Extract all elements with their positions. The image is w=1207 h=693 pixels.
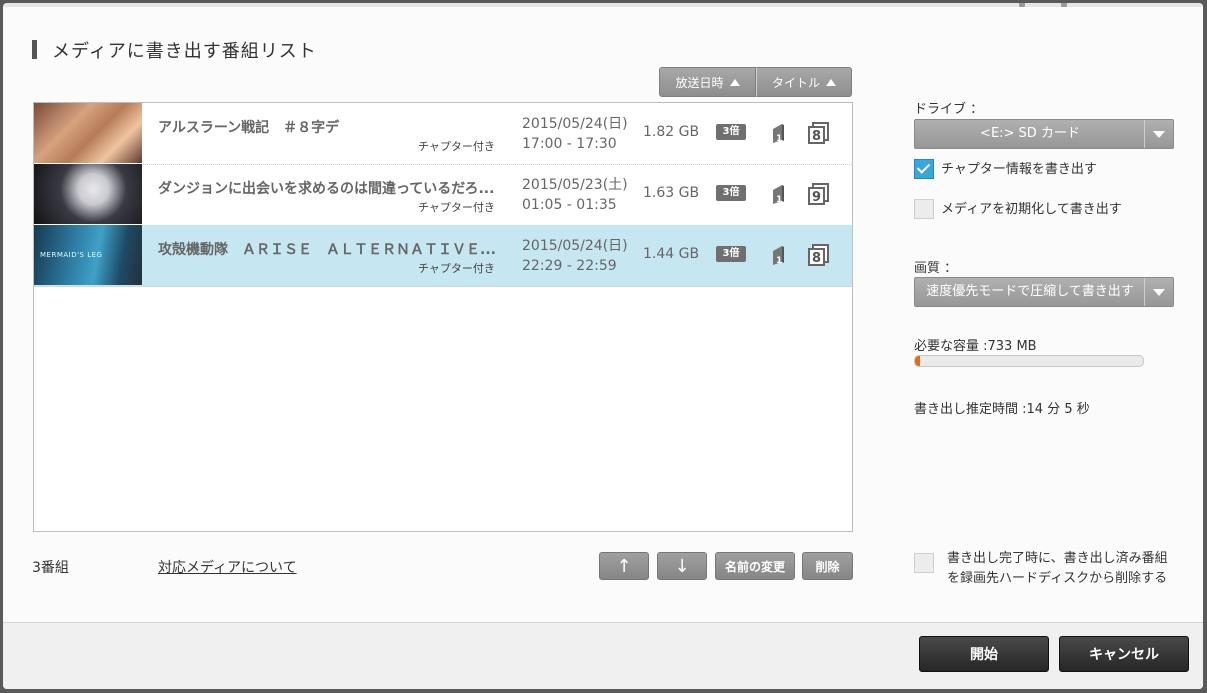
disc-single-layer-icon: 1 xyxy=(773,246,784,266)
chevron-down-icon[interactable] xyxy=(1144,278,1173,306)
program-title: ダンジョンに出会いを求めるのは間違っているだろ... xyxy=(158,181,495,197)
chapter-count-icon: 9 xyxy=(808,183,829,205)
speed-badge: 3倍 xyxy=(716,124,746,140)
chapter-count-icon: 8 xyxy=(808,244,829,266)
delete-after-export-label: 書き出し完了時に、書き出し済み番組 を録画先ハードディスクから削除する xyxy=(947,549,1168,589)
disc-single-layer-icon: 1 xyxy=(773,185,784,205)
arrow-up-icon: ↑ xyxy=(616,555,632,577)
program-row[interactable]: アルスラーン戦記 ＃８字デ チャプター付き 2015/05/24(日) 17:0… xyxy=(34,103,852,165)
program-size: 1.82 GB xyxy=(643,124,700,140)
cancel-button[interactable]: キャンセル xyxy=(1059,636,1189,672)
program-row-selected[interactable]: MERMAID'S LEG 攻殻機動隊 ＡＲＩＳＥ ＡＬＴＥＲＮＡＴＩＶＥ...… xyxy=(34,225,852,287)
program-count: 3番組 xyxy=(32,560,69,576)
chapter-info-checkbox[interactable] xyxy=(914,159,934,179)
format-media-checkbox[interactable] xyxy=(914,199,934,219)
program-thumbnail xyxy=(34,103,142,163)
estimated-time: 書き出し推定時間 :14 分 5 秒 xyxy=(914,402,1090,417)
sort-title-label: タイトル xyxy=(771,75,820,90)
program-time: 22:29 - 22:59 xyxy=(522,258,617,274)
window-control-icon[interactable] xyxy=(1061,3,1067,7)
sort-date-label: 放送日時 xyxy=(675,75,724,90)
format-media-label: メディアを初期化して書き出す xyxy=(941,202,1122,217)
title-marker xyxy=(32,40,37,59)
thumbnail-text: MERMAID'S LEG xyxy=(40,251,103,259)
delete-after-export-line1: 書き出し完了時に、書き出し済み番組 xyxy=(947,551,1168,566)
program-datetime: 2015/05/24(日) 17:00 - 17:30 xyxy=(522,114,628,154)
program-list: アルスラーン戦記 ＃８字デ チャプター付き 2015/05/24(日) 17:0… xyxy=(33,102,853,532)
chapter-count: 8 xyxy=(812,251,821,266)
program-row[interactable]: ダンジョンに出会いを求めるのは間違っているだろ... チャプター付き 2015/… xyxy=(34,164,852,226)
speed-badge: 3倍 xyxy=(716,246,746,262)
program-datetime: 2015/05/23(土) 01:05 - 01:35 xyxy=(522,175,628,215)
chapter-info-label: チャプター情報を書き出す xyxy=(941,162,1097,177)
page-title: メディアに書き出す番組リスト xyxy=(52,41,317,62)
program-size: 1.44 GB xyxy=(643,246,700,262)
quality-select[interactable]: 速度優先モードで圧縮して書き出す xyxy=(914,277,1174,307)
rename-button[interactable]: 名前の変更 xyxy=(715,552,795,580)
move-down-button[interactable]: ↓ xyxy=(657,552,707,580)
start-button[interactable]: 開始 xyxy=(919,636,1049,672)
required-capacity: 必要な容量 :733 MB xyxy=(914,339,1037,354)
delete-button[interactable]: 削除 xyxy=(802,552,853,580)
program-title: 攻殻機動隊 ＡＲＩＳＥ ＡＬＴＥＲＮＡＴＩＶＥ... xyxy=(158,242,496,258)
sort-by-date-button[interactable]: 放送日時 xyxy=(659,67,756,97)
capacity-bar-fill xyxy=(915,356,920,366)
speed-badge: 3倍 xyxy=(716,185,746,201)
sort-ascending-icon xyxy=(826,78,836,86)
svg-text:1: 1 xyxy=(776,134,782,144)
chapter-count-icon: 8 xyxy=(808,122,829,144)
program-date: 2015/05/24(日) xyxy=(522,238,628,254)
program-thumbnail: MERMAID'S LEG xyxy=(34,225,142,285)
program-date: 2015/05/23(土) xyxy=(522,177,628,193)
chapter-count: 9 xyxy=(812,190,821,205)
sort-by-title-button[interactable]: タイトル xyxy=(756,67,852,97)
program-datetime: 2015/05/24(日) 22:29 - 22:59 xyxy=(522,236,628,276)
window-control-icon[interactable] xyxy=(1019,3,1025,7)
program-time: 17:00 - 17:30 xyxy=(522,136,617,152)
capacity-bar xyxy=(914,355,1144,367)
program-time: 01:05 - 01:35 xyxy=(522,197,617,213)
chevron-down-icon[interactable] xyxy=(1144,120,1173,148)
supported-media-link[interactable]: 対応メディアについて xyxy=(158,557,297,577)
program-size: 1.63 GB xyxy=(643,185,700,201)
drive-select[interactable]: <E:> SD カード xyxy=(914,119,1174,149)
quality-label: 画質 ： xyxy=(914,261,958,276)
drive-value: <E:> SD カード xyxy=(980,126,1080,141)
chapter-label: チャプター付き xyxy=(418,201,495,214)
chapter-label: チャプター付き xyxy=(418,262,495,275)
svg-text:1: 1 xyxy=(776,256,782,266)
delete-after-export-checkbox[interactable] xyxy=(914,553,934,573)
program-thumbnail xyxy=(34,164,142,224)
arrow-down-icon: ↓ xyxy=(674,555,690,577)
disc-single-layer-icon: 1 xyxy=(773,124,784,144)
move-up-button[interactable]: ↑ xyxy=(599,552,649,580)
program-date: 2015/05/24(日) xyxy=(522,116,628,132)
program-title: アルスラーン戦記 ＃８字デ xyxy=(158,120,340,136)
export-dialog: メディアに書き出す番組リスト 放送日時 タイトル アルスラーン戦記 ＃８字デ チ… xyxy=(3,3,1203,689)
quality-value: 速度優先モードで圧縮して書き出す xyxy=(926,284,1134,299)
drive-label: ドライブ ： xyxy=(914,102,984,117)
sort-controls: 放送日時 タイトル xyxy=(659,67,852,97)
delete-after-export-line2: を録画先ハードディスクから削除する xyxy=(947,571,1168,586)
chapter-label: チャプター付き xyxy=(418,140,495,153)
svg-text:1: 1 xyxy=(776,195,782,205)
chapter-count: 8 xyxy=(812,129,821,144)
sort-ascending-icon xyxy=(729,78,740,86)
